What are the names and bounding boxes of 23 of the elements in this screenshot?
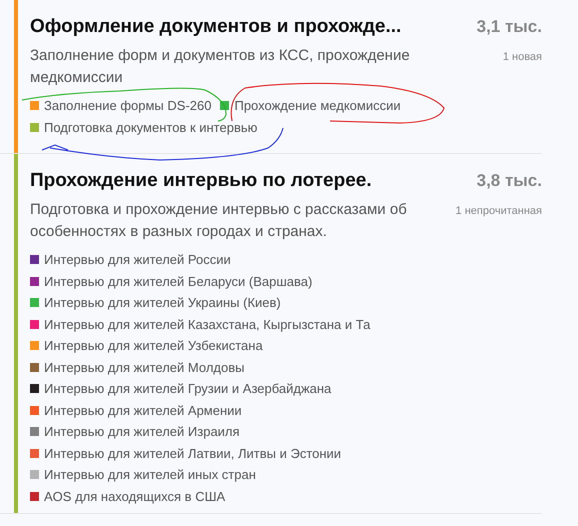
new-posts-label: 1 новая (502, 51, 542, 63)
subforum-link[interactable]: Интервью для жителей Казахстана, Кыргызстана и Та (44, 316, 370, 332)
subforum-link[interactable]: Интервью для жителей Армении (44, 402, 242, 418)
subforum-link[interactable]: Интервью для жителей Беларуси (Варшава) (44, 274, 312, 289)
subforum-link[interactable]: Интервью для жителей России (44, 252, 231, 268)
subforum-link[interactable]: Интервью для жителей иных стран (44, 467, 256, 482)
new-posts-label: 1 непрочитанная (456, 205, 542, 217)
topic-description: Заполнение форм и документов из КСС, прохождение медкомиссии (30, 46, 411, 88)
topic-title[interactable]: Прохождение интервью по лотерее. (30, 170, 372, 192)
subforum-link[interactable]: Подготовка документов к интервью (44, 120, 258, 135)
subforum-link[interactable]: Интервью для жителей Грузии и Азербайджана (44, 381, 332, 396)
subforum-link[interactable]: Интервью для жителей Узбекистана (44, 338, 263, 354)
post-count: 3,8 тыс. (476, 171, 542, 191)
subforum-link[interactable]: Прохождение медкомиссии (234, 98, 401, 114)
subforum-link[interactable]: Интервью для жителей Украины (Киев) (44, 295, 281, 310)
subforum-link[interactable]: Заполнение формы DS-260 (44, 98, 212, 114)
subforum-link[interactable]: Интервью для жителей Молдовы (44, 360, 244, 375)
post-count: 3,1 тыс. (476, 17, 542, 37)
subforum-link[interactable]: AOS для находящихся в США (44, 488, 226, 504)
subforum-link[interactable]: Интервью для жителей Израиля (44, 424, 240, 440)
subforum-link[interactable]: Интервью для жителей Латвии, Литвы и Эстонии (44, 446, 342, 461)
topic-title[interactable]: Оформление документов и прохожде... (30, 16, 402, 38)
topic-description: Подготовка и прохождение интервью с рассказами об особенностях в разных городах и странах. (30, 200, 408, 242)
